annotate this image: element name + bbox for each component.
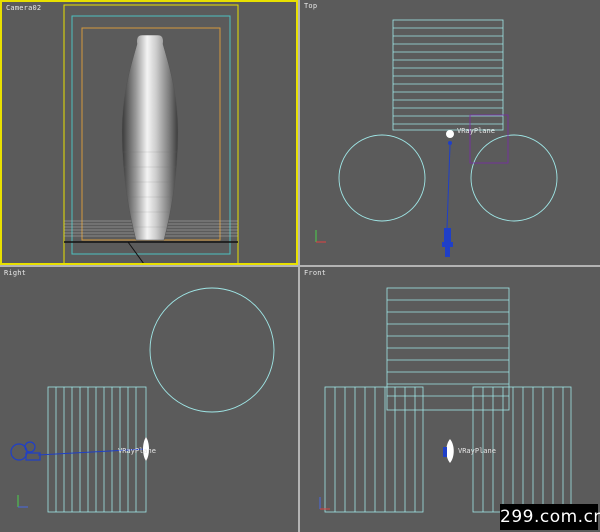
viewport-front[interactable]: VRayPlane Front <box>300 267 600 532</box>
cylinder-side <box>149 287 275 413</box>
viewport-label[interactable]: Top <box>304 2 317 11</box>
backdrop-box <box>392 19 504 131</box>
viewport-top[interactable]: VRayPlane Top <box>300 0 600 265</box>
cylinder-left <box>338 134 426 222</box>
light-name: VRayPlane <box>458 447 496 455</box>
top-view-canvas: VRayPlane <box>315 19 558 257</box>
axis-tripod-icon <box>315 230 326 243</box>
vase-mesh <box>121 34 179 241</box>
axis-tripod-icon <box>17 495 28 508</box>
camera-view-canvas <box>63 4 239 263</box>
viewport-label[interactable]: Front <box>304 269 326 278</box>
watermark: 299.com.cn <box>500 504 600 530</box>
viewport-right[interactable]: VRayPlane Right <box>0 267 298 532</box>
light-target-box <box>469 114 509 164</box>
light-name: VRayPlane <box>118 447 156 455</box>
front-view-canvas: VRayPlane <box>319 287 572 513</box>
right-view-canvas: VRayPlane <box>10 287 275 513</box>
viewport-camera[interactable]: Camera02 <box>0 0 298 265</box>
vray-light-icon[interactable] <box>443 439 454 463</box>
viewport-label[interactable]: Right <box>4 269 26 278</box>
cylinder-left-front <box>324 386 424 513</box>
vray-light-icon[interactable] <box>442 130 454 257</box>
light-name: VRayPlane <box>457 127 495 135</box>
viewport-label[interactable]: Camera02 <box>6 4 41 13</box>
cylinder-right <box>470 134 558 222</box>
